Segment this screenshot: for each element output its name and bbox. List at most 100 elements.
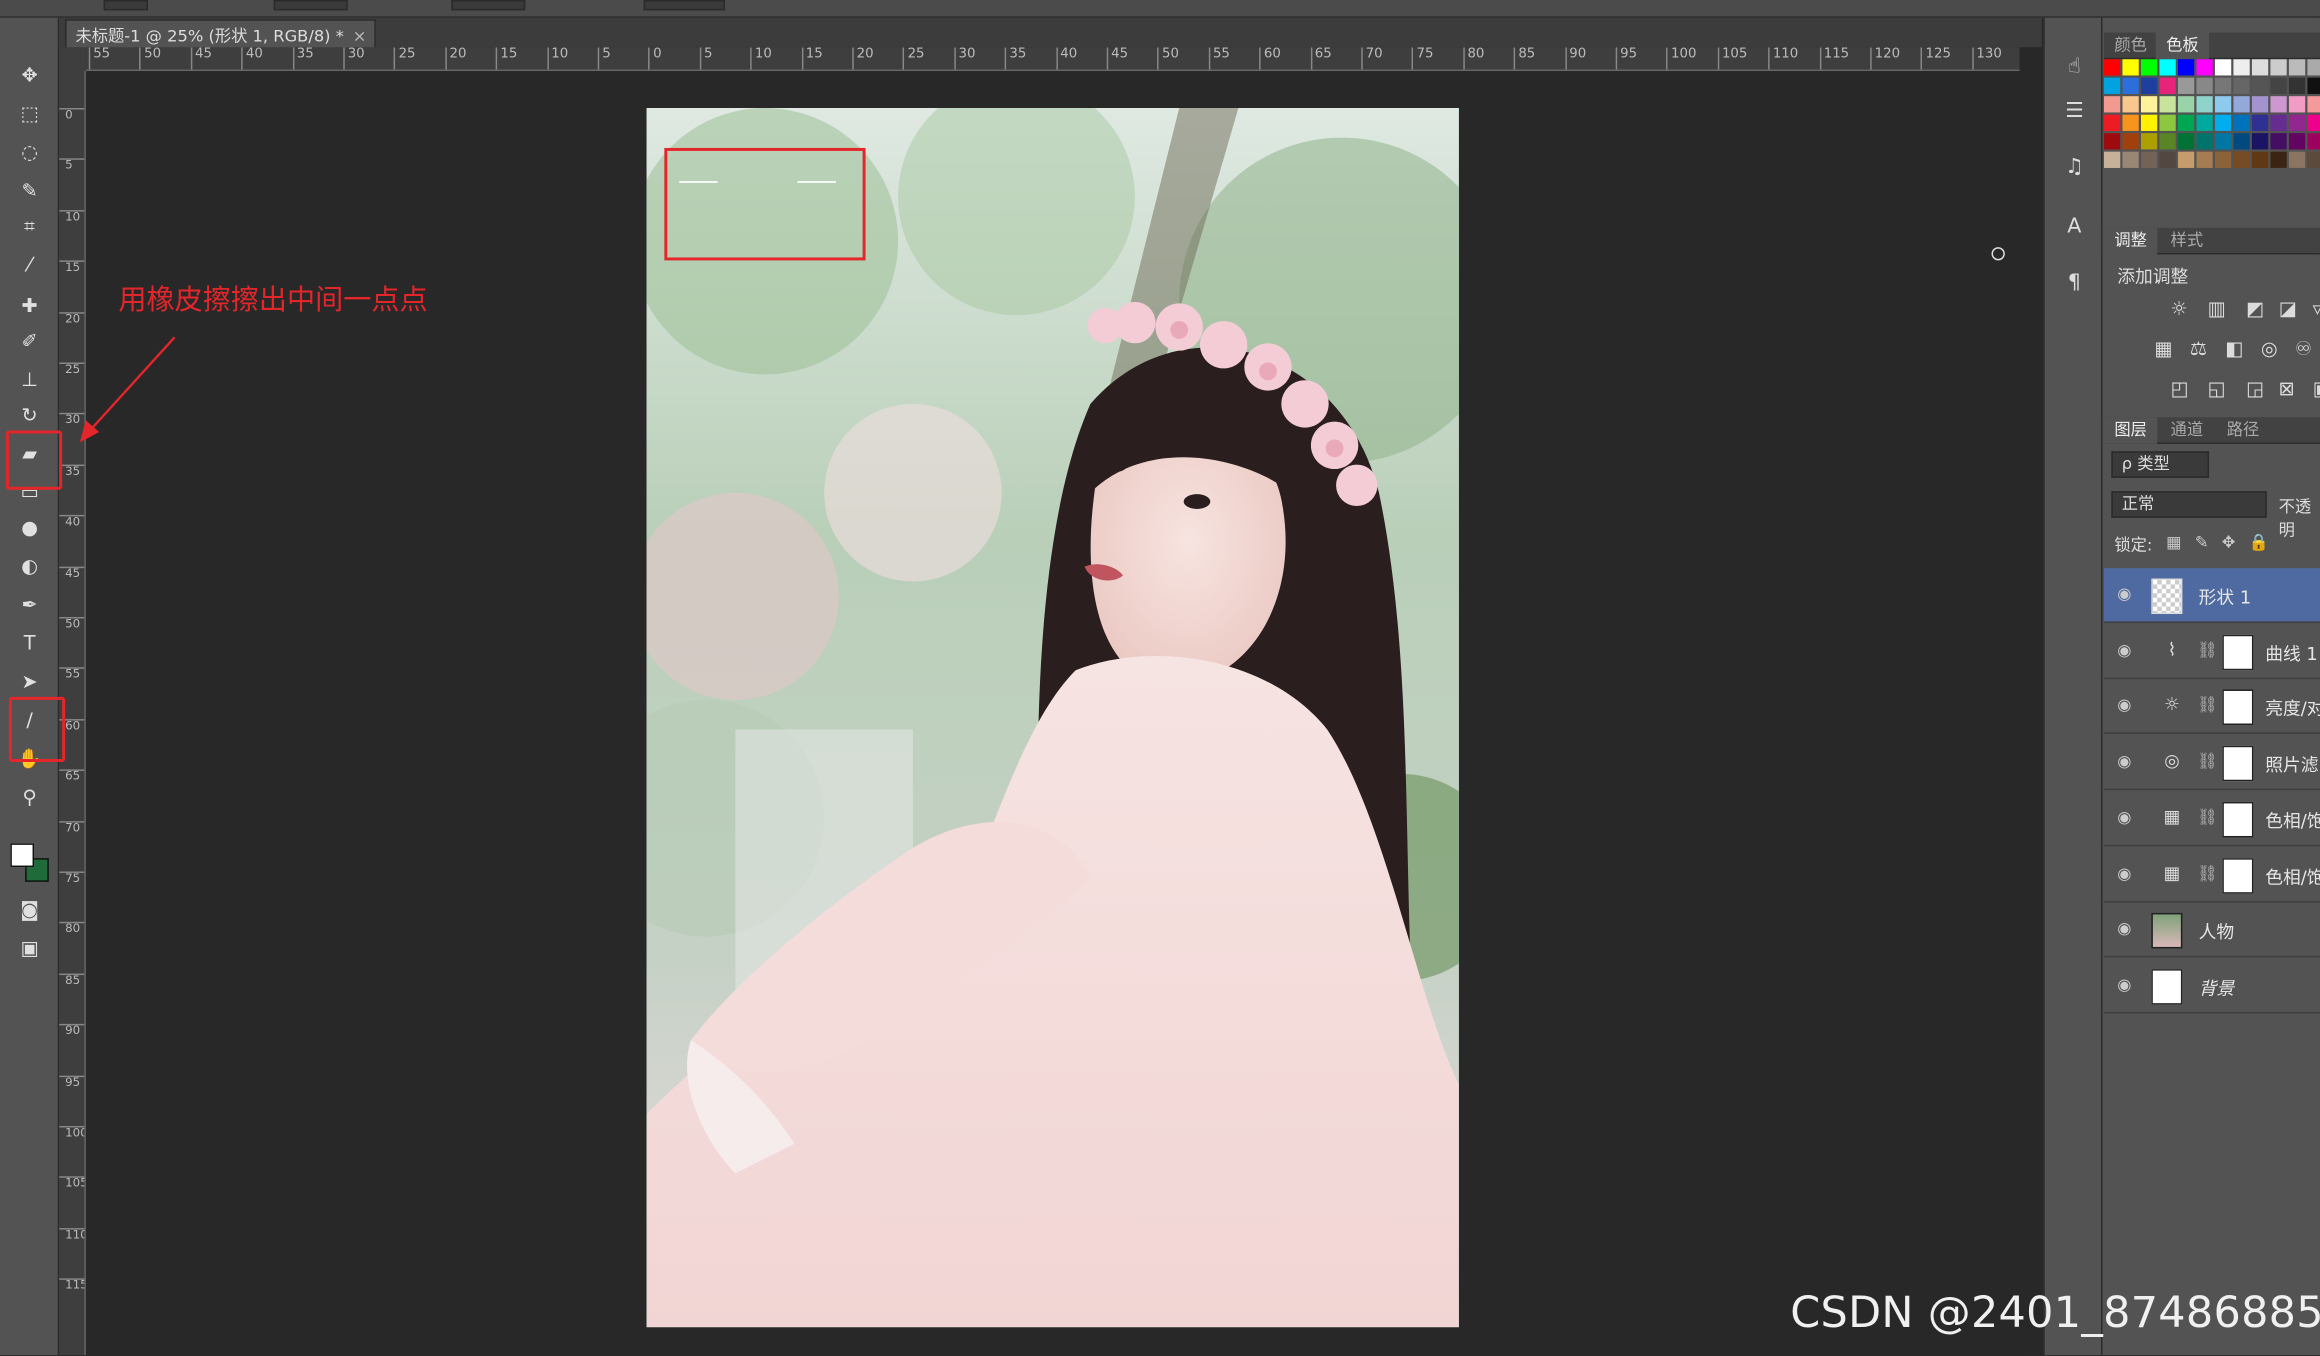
swatch[interactable]: [2122, 59, 2139, 76]
swatch[interactable]: [2270, 77, 2287, 94]
swatch[interactable]: [2233, 96, 2250, 113]
layer-row[interactable]: ◉ 形状 1: [2103, 568, 2320, 623]
swatch[interactable]: [2214, 59, 2232, 76]
shape-fill-select[interactable]: [451, 0, 526, 11]
paragraph-icon[interactable]: ¶: [2057, 266, 2093, 299]
swatch[interactable]: [2159, 151, 2176, 168]
layer-mask-thumbnail[interactable]: [2222, 634, 2254, 670]
clone-stamp-tool[interactable]: ⊥: [12, 364, 48, 397]
swatch[interactable]: [2307, 59, 2320, 76]
swatch[interactable]: [2270, 133, 2287, 150]
link-icon[interactable]: ⛓: [2197, 696, 2218, 715]
swatch[interactable]: [2177, 96, 2195, 113]
swatch[interactable]: [2140, 133, 2158, 150]
swatch[interactable]: [2214, 77, 2232, 94]
swatch[interactable]: [2233, 114, 2250, 131]
visibility-eye-icon[interactable]: ◉: [2117, 975, 2131, 994]
swatch[interactable]: [2251, 96, 2269, 113]
swatch[interactable]: [2103, 133, 2121, 150]
quick-mask-icon[interactable]: ◙: [12, 894, 48, 927]
swatch[interactable]: [2140, 77, 2158, 94]
swatch[interactable]: [2288, 114, 2306, 131]
swatch[interactable]: [2307, 77, 2320, 94]
swatch[interactable]: [2288, 133, 2306, 150]
tab-layers[interactable]: 图层: [2103, 417, 2158, 444]
swatch[interactable]: [2288, 96, 2306, 113]
swatch[interactable]: [2177, 77, 2195, 94]
history-brush-tool[interactable]: ↻: [12, 399, 48, 432]
lock-icons[interactable]: ▦✎✥🔒: [2166, 533, 2282, 552]
swatch[interactable]: [2122, 133, 2139, 150]
swatch[interactable]: [2159, 96, 2176, 113]
visibility-eye-icon[interactable]: ◉: [2117, 696, 2131, 715]
swatch[interactable]: [2251, 59, 2269, 76]
swatch[interactable]: [2122, 114, 2139, 131]
layer-mask-thumbnail[interactable]: [2222, 745, 2254, 782]
actions-icon[interactable]: ♫: [2057, 151, 2093, 184]
tab-paths[interactable]: 路径: [2216, 417, 2269, 444]
tool-preset-picker[interactable]: [103, 0, 148, 11]
tab-channels[interactable]: 通道: [2160, 417, 2213, 444]
visibility-eye-icon[interactable]: ◉: [2117, 808, 2131, 827]
adjustment-icon[interactable]: ◱: [2208, 379, 2226, 401]
swatch[interactable]: [2233, 151, 2250, 168]
swatch[interactable]: [2288, 59, 2306, 76]
swatch[interactable]: [2214, 133, 2232, 150]
swatch[interactable]: [2307, 133, 2320, 150]
move-tool[interactable]: ✥: [12, 59, 48, 92]
visibility-eye-icon[interactable]: ◉: [2117, 863, 2131, 882]
visibility-eye-icon[interactable]: ◉: [2117, 752, 2131, 771]
adjustment-icon[interactable]: ♾: [2295, 339, 2312, 361]
eyedropper-tool[interactable]: ⁄: [12, 249, 48, 282]
swatch[interactable]: [2196, 151, 2213, 168]
foreground-color-swatch[interactable]: [10, 843, 35, 868]
visibility-eye-icon[interactable]: ◉: [2117, 584, 2131, 603]
brush-tool[interactable]: ✐: [12, 326, 48, 359]
swatch[interactable]: [2103, 151, 2121, 168]
quick-select-tool[interactable]: ✎: [12, 175, 48, 208]
crop-tool[interactable]: ⌗: [12, 210, 48, 243]
pen-tool[interactable]: ✒: [12, 589, 48, 622]
swatch[interactable]: [2307, 96, 2320, 113]
layer-row[interactable]: ◉ ◎ ⛓ 照片滤: [2103, 735, 2320, 791]
document-tab[interactable]: 未标题-1 @ 25% (形状 1, RGB/8) * ×: [65, 19, 376, 48]
swatch[interactable]: [2196, 77, 2213, 94]
swatch[interactable]: [2140, 151, 2158, 168]
swatch[interactable]: [2140, 59, 2158, 76]
swatch[interactable]: [2270, 114, 2287, 131]
adjustment-icon[interactable]: ⚖: [2190, 339, 2207, 361]
swatch[interactable]: [2233, 77, 2250, 94]
swatch[interactable]: [2270, 96, 2287, 113]
history-icon[interactable]: ☝: [2057, 50, 2093, 83]
adjustment-icon[interactable]: ◧: [2225, 339, 2243, 361]
adjustment-icon[interactable]: ⊠: [2279, 379, 2295, 401]
layer-row[interactable]: ◉ ▦ ⛓ 色相/饱: [2103, 847, 2320, 902]
ruler-origin[interactable]: [59, 47, 86, 72]
swatch[interactable]: [2251, 114, 2269, 131]
adjustment-icon[interactable]: ☼: [2171, 299, 2188, 321]
swatch[interactable]: [2177, 59, 2195, 76]
adjustment-icon[interactable]: ◰: [2171, 379, 2189, 401]
tab-color[interactable]: 颜色: [2104, 33, 2157, 60]
swatch[interactable]: [2103, 77, 2121, 94]
swatch[interactable]: [2196, 96, 2213, 113]
swatch[interactable]: [2270, 59, 2287, 76]
link-icon[interactable]: ⛓: [2197, 808, 2218, 827]
tab-styles[interactable]: 样式: [2160, 228, 2213, 255]
swatch[interactable]: [2122, 151, 2139, 168]
swatch[interactable]: [2122, 96, 2139, 113]
blur-tool[interactable]: ●: [12, 512, 48, 545]
layer-row[interactable]: ◉ 背景: [2103, 959, 2320, 1014]
layer-filter-select[interactable]: ρ 类型: [2111, 451, 2210, 478]
path-select-tool[interactable]: ➤: [12, 666, 48, 699]
swatch[interactable]: [2270, 151, 2287, 168]
link-icon[interactable]: ⛓: [2197, 863, 2218, 882]
document-canvas[interactable]: [646, 108, 1459, 1328]
swatch[interactable]: [2214, 96, 2232, 113]
swatch[interactable]: [2103, 114, 2121, 131]
horizontal-ruler[interactable]: 55 50 45 40 35 30 25 20 15 10 5 0 5 10 15 20 25 30 35 40 45 5…: [85, 47, 2020, 72]
layer-row[interactable]: ◉ 人物: [2103, 903, 2320, 958]
stroke-width-input[interactable]: [643, 0, 725, 11]
visibility-eye-icon[interactable]: ◉: [2117, 919, 2131, 938]
tab-swatches[interactable]: 色板: [2155, 32, 2210, 60]
